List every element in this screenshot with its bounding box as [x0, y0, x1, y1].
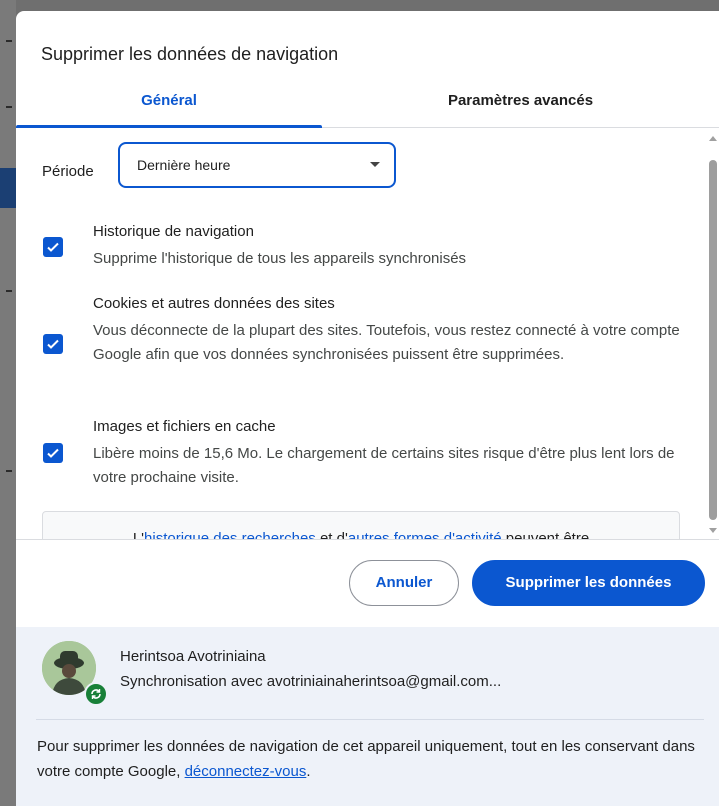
checkbox-cookies[interactable] [43, 334, 63, 354]
checkmark-icon [47, 339, 59, 349]
period-dropdown[interactable]: Dernière heure [118, 142, 396, 188]
background-text-fragment [6, 40, 12, 42]
options-scroll-area[interactable]: Période Dernière heure Historique de nav… [16, 128, 719, 539]
clear-browsing-data-dialog: Supprimer les données de navigation Géné… [16, 11, 719, 806]
divider [16, 539, 719, 540]
tab-general[interactable]: Général [16, 81, 322, 127]
tab-advanced[interactable]: Paramètres avancés [322, 81, 719, 127]
background-text-fragment [6, 106, 12, 108]
signout-notice-text: Pour supprimer les données de navigation… [37, 738, 695, 780]
delete-data-button[interactable]: Supprimer les données [472, 560, 705, 606]
checkmark-icon [47, 448, 59, 458]
signout-notice: Pour supprimer les données de navigation… [37, 734, 707, 784]
option-title: Historique de navigation [93, 223, 254, 240]
option-description: Supprime l'historique de tous les appare… [93, 250, 467, 267]
checkbox-browsing-history[interactable] [43, 237, 63, 257]
scroll-up-arrow-icon[interactable] [709, 136, 717, 141]
signout-link[interactable]: déconnectez-vous [185, 763, 307, 780]
background-text-fragment [6, 290, 12, 292]
activity-info-box: L'historique des recherches et d'autres … [42, 511, 680, 539]
checkbox-cache[interactable] [43, 443, 63, 463]
option-title: Cookies et autres données des sites [93, 295, 335, 312]
info-text-middle: et d' [315, 530, 348, 539]
background-button [0, 168, 16, 208]
sync-icon [84, 682, 108, 706]
option-description: Libère moins de 15,6 Mo. Le chargement d… [93, 445, 675, 486]
dialog-title: Supprimer les données de navigation [41, 44, 339, 64]
other-activity-link[interactable]: autres formes d'activité [348, 530, 502, 539]
option-description: Vous déconnecte de la plupart des sites.… [93, 322, 680, 363]
info-text-prefix: L' [132, 530, 145, 539]
search-history-link[interactable]: historique des recherches [144, 530, 316, 539]
divider [36, 719, 704, 720]
cancel-button[interactable]: Annuler [349, 560, 459, 606]
dropdown-arrow-icon [370, 162, 380, 167]
tab-bar: Général Paramètres avancés [16, 81, 719, 128]
sync-arrows-icon [91, 689, 101, 699]
info-text-suffix: peuvent être [501, 530, 590, 539]
account-section: Herintsoa Avotriniaina Synchronisation a… [16, 627, 719, 806]
info-text: L'historique des recherches et d'autres … [43, 530, 679, 539]
option-title: Images et fichiers en cache [93, 418, 276, 435]
period-label: Période [42, 163, 94, 180]
sync-status: Synchronisation avec avotriniainaherints… [120, 673, 502, 690]
scroll-down-arrow-icon[interactable] [709, 528, 717, 533]
background-page [0, 0, 16, 806]
checkmark-icon [47, 242, 59, 252]
scrollbar[interactable] [705, 128, 719, 539]
background-text-fragment [6, 470, 12, 472]
scrollbar-thumb[interactable] [709, 160, 717, 520]
period-selected-value: Dernière heure [137, 157, 231, 173]
signout-notice-end: . [306, 763, 311, 780]
account-name: Herintsoa Avotriniaina [120, 648, 266, 665]
